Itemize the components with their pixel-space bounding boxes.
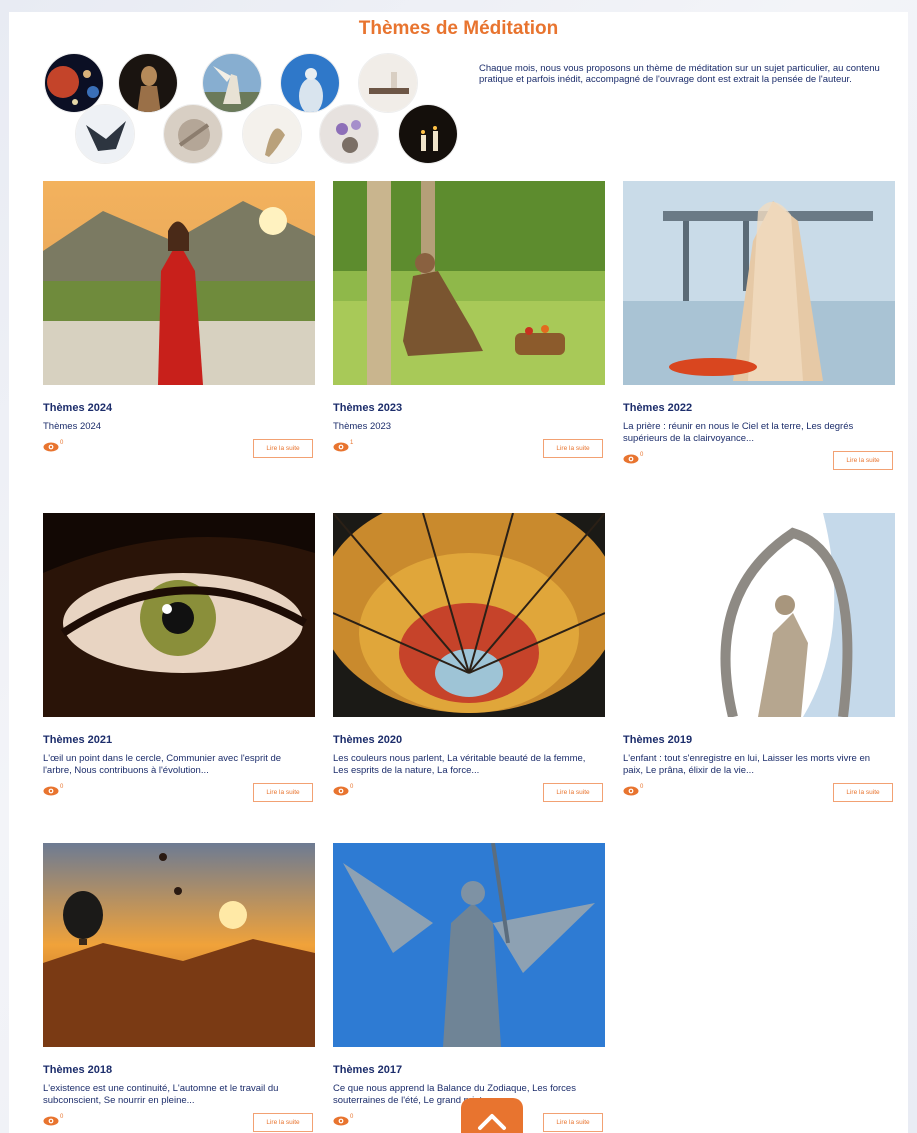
table-image <box>358 53 418 113</box>
view-count: 0 <box>60 440 64 446</box>
blue-figure-image <box>280 53 340 113</box>
card-description: L'existence est une continuité, L'automn… <box>43 1083 279 1106</box>
eye-icon <box>333 442 349 452</box>
angel-statue-image <box>202 53 262 113</box>
view-count: 1 <box>350 440 354 446</box>
intro-text: Chaque mois, nous vous proposons un thèm… <box>479 63 880 85</box>
read-more-button[interactable]: Lire la suite <box>543 1113 603 1132</box>
page-title: Thèmes de Méditation <box>358 18 559 39</box>
card-image-archangel-statue[interactable] <box>333 843 605 1047</box>
flowers-image <box>319 104 379 164</box>
theme-card: Thèmes 2022 La prière : réunir en nous l… <box>623 181 895 471</box>
card-title[interactable]: Thèmes 2020 <box>333 734 605 746</box>
card-title[interactable]: Thèmes 2022 <box>623 402 895 414</box>
statue-image <box>118 53 178 113</box>
eye-icon <box>623 786 639 796</box>
view-count: 0 <box>640 452 644 458</box>
eye-icon <box>333 1116 349 1126</box>
card-image-shepherdess[interactable] <box>43 181 315 385</box>
card-title[interactable]: Thèmes 2021 <box>43 734 315 746</box>
read-more-button[interactable]: Lire la suite <box>833 783 893 802</box>
view-count: 0 <box>640 784 644 790</box>
card-title[interactable]: Thèmes 2018 <box>43 1064 315 1076</box>
theme-card: Thèmes 2021 L'œil un point dans le cercl… <box>43 513 315 803</box>
card-image-stained-glass[interactable] <box>333 513 605 717</box>
eye-icon <box>43 442 59 452</box>
planets-image <box>44 53 104 113</box>
winged-statue-image <box>75 104 135 164</box>
view-count: 0 <box>350 784 354 790</box>
eye-icon <box>43 786 59 796</box>
card-image-reading-under-tree[interactable] <box>333 181 605 385</box>
theme-card: Thèmes 2024 Thèmes 2024 0 Lire la suite <box>43 181 315 459</box>
eye-icon <box>623 454 639 464</box>
card-title[interactable]: Thèmes 2019 <box>623 734 895 746</box>
card-description: Les couleurs nous parlent, La véritable … <box>333 753 586 776</box>
card-description: L'enfant : tout s'enregistre en lui, Lai… <box>623 753 871 776</box>
card-description: La prière : réunir en nous le Ciel et la… <box>623 421 854 444</box>
card-image-eye[interactable] <box>43 513 315 717</box>
theme-card: Thèmes 2023 Thèmes 2023 1 Lire la suite <box>333 181 605 459</box>
read-more-button[interactable]: Lire la suite <box>253 1113 313 1132</box>
card-image-praying-woman[interactable] <box>623 181 895 385</box>
card-title[interactable]: Thèmes 2023 <box>333 402 605 414</box>
card-description: L'œil un point dans le cercle, Communier… <box>43 753 282 776</box>
theme-card: Thèmes 2018 L'existence est une continui… <box>43 843 315 1133</box>
read-more-button[interactable]: Lire la suite <box>543 439 603 458</box>
eye-icon <box>43 1116 59 1126</box>
card-image-balloons[interactable] <box>43 843 315 1047</box>
read-more-button[interactable]: Lire la suite <box>833 451 893 470</box>
read-more-button[interactable]: Lire la suite <box>253 439 313 458</box>
theme-card: Thèmes 2019 L'enfant : tout s'enregistre… <box>623 513 895 803</box>
page-container: Thèmes de Méditation Chaque mois, nous v… <box>9 12 908 1133</box>
eye-icon <box>333 786 349 796</box>
view-count: 0 <box>60 784 64 790</box>
scroll-to-top-button[interactable] <box>461 1098 523 1133</box>
card-description: Thèmes 2024 <box>43 421 102 432</box>
read-more-button[interactable]: Lire la suite <box>543 783 603 802</box>
card-title[interactable]: Thèmes 2017 <box>333 1064 605 1076</box>
sculpture-image <box>242 104 302 164</box>
relief-image <box>163 104 223 164</box>
theme-card: Thèmes 2020 Les couleurs nous parlent, L… <box>333 513 605 803</box>
chevron-up-icon <box>478 1114 506 1130</box>
candles-image <box>398 104 458 164</box>
read-more-button[interactable]: Lire la suite <box>253 783 313 802</box>
view-count: 0 <box>350 1114 354 1120</box>
view-count: 0 <box>60 1114 64 1120</box>
card-description: Thèmes 2023 <box>333 421 392 432</box>
theme-card: Thèmes 2017 Ce que nous apprend la Balan… <box>333 843 605 1133</box>
card-image-child-sculpture[interactable] <box>623 513 895 717</box>
card-title[interactable]: Thèmes 2024 <box>43 402 315 414</box>
